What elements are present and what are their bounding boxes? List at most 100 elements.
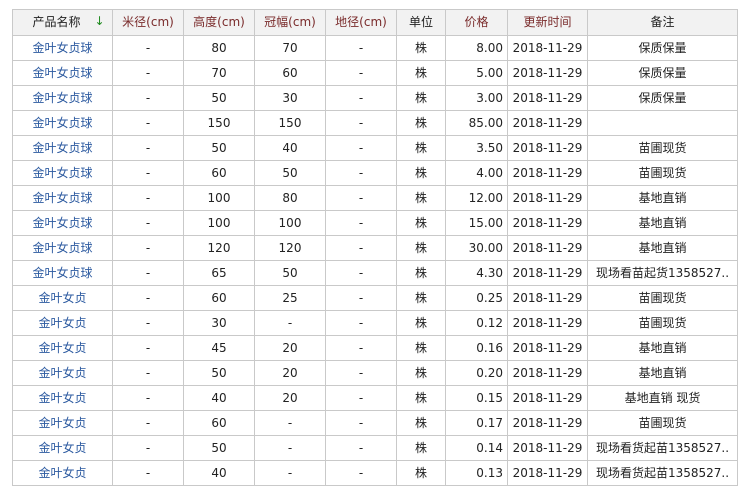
ground-diameter-cell: - (325, 235, 397, 261)
table-row: 金叶女贞球 -150 150- 株 85.00 2018-11-29 (12, 110, 738, 136)
product-name-cell[interactable]: 金叶女贞球 (12, 85, 113, 111)
crown-cell: - (254, 310, 326, 336)
product-name-cell[interactable]: 金叶女贞球 (12, 235, 113, 261)
product-name-cell[interactable]: 金叶女贞 (12, 335, 113, 361)
unit-cell: 株 (396, 35, 446, 61)
column-header-meter-diameter[interactable]: 米径(cm) (112, 9, 184, 36)
table-row: 金叶女贞球 -80 70- 株 8.00 2018-11-29 保质保量 (12, 35, 738, 61)
unit-cell: 株 (396, 360, 446, 386)
note-cell: 苗圃现货 (587, 410, 738, 436)
updated-cell: 2018-11-29 (507, 285, 588, 311)
crown-cell: 30 (254, 85, 326, 111)
note-cell: 现场看货起苗1358527.. (587, 435, 738, 461)
product-name-cell[interactable]: 金叶女贞 (12, 385, 113, 411)
crown-cell: 150 (254, 110, 326, 136)
meter-diameter-cell: - (112, 185, 184, 211)
price-cell: 5.00 (445, 60, 508, 86)
down-arrow-icon[interactable]: ↓ (94, 11, 104, 35)
product-name-cell[interactable]: 金叶女贞球 (12, 210, 113, 236)
product-name-cell[interactable]: 金叶女贞球 (12, 260, 113, 286)
price-cell: 4.00 (445, 160, 508, 186)
crown-cell: - (254, 410, 326, 436)
height-cell: 150 (183, 110, 255, 136)
price-cell: 0.17 (445, 410, 508, 436)
ground-diameter-cell: - (325, 60, 397, 86)
table-row: 金叶女贞 -60- - 株 0.17 2018-11-29 苗圃现货 (12, 410, 738, 436)
crown-cell: 20 (254, 385, 326, 411)
note-cell: 苗圃现货 (587, 310, 738, 336)
meter-diameter-cell: - (112, 160, 184, 186)
product-name-cell[interactable]: 金叶女贞 (12, 310, 113, 336)
unit-cell: 株 (396, 385, 446, 411)
meter-diameter-cell: - (112, 85, 184, 111)
updated-cell: 2018-11-29 (507, 85, 588, 111)
meter-diameter-cell: - (112, 60, 184, 86)
ground-diameter-cell: - (325, 360, 397, 386)
note-cell: 现场看苗起货1358527.. (587, 260, 738, 286)
column-header-height[interactable]: 高度(cm) (183, 9, 255, 36)
price-table: 产品名称 ↓ 米径(cm) 高度(cm) 冠幅(cm) 地径(cm) 单位 价格 … (12, 9, 738, 486)
unit-cell: 株 (396, 160, 446, 186)
table-row: 金叶女贞 -45 20- 株 0.16 2018-11-29 基地直销 (12, 335, 738, 361)
product-name-cell[interactable]: 金叶女贞球 (12, 35, 113, 61)
price-cell: 85.00 (445, 110, 508, 136)
price-cell: 12.00 (445, 185, 508, 211)
meter-diameter-cell: - (112, 285, 184, 311)
price-table-container: 产品名称 ↓ 米径(cm) 高度(cm) 冠幅(cm) 地径(cm) 单位 价格 … (12, 9, 738, 486)
product-name-cell[interactable]: 金叶女贞球 (12, 160, 113, 186)
product-name-cell[interactable]: 金叶女贞 (12, 360, 113, 386)
product-name-cell[interactable]: 金叶女贞球 (12, 110, 113, 136)
table-row: 金叶女贞球 -50 30- 株 3.00 2018-11-29 保质保量 (12, 85, 738, 111)
unit-cell: 株 (396, 110, 446, 136)
updated-cell: 2018-11-29 (507, 335, 588, 361)
updated-cell: 2018-11-29 (507, 435, 588, 461)
ground-diameter-cell: - (325, 460, 397, 486)
table-row: 金叶女贞 -50 20- 株 0.20 2018-11-29 基地直销 (12, 360, 738, 386)
column-header-crown[interactable]: 冠幅(cm) (254, 9, 326, 36)
unit-cell: 株 (396, 310, 446, 336)
product-name-cell[interactable]: 金叶女贞 (12, 460, 113, 486)
updated-cell: 2018-11-29 (507, 160, 588, 186)
height-cell: 120 (183, 235, 255, 261)
column-header-updated[interactable]: 更新时间 (507, 9, 588, 36)
crown-cell: 50 (254, 160, 326, 186)
product-name-cell[interactable]: 金叶女贞 (12, 410, 113, 436)
product-name-cell[interactable]: 金叶女贞 (12, 285, 113, 311)
height-cell: 50 (183, 435, 255, 461)
updated-cell: 2018-11-29 (507, 385, 588, 411)
meter-diameter-cell: - (112, 110, 184, 136)
table-row: 金叶女贞球 -100 80- 株 12.00 2018-11-29 基地直销 (12, 185, 738, 211)
table-row: 金叶女贞球 -120 120- 株 30.00 2018-11-29 基地直销 (12, 235, 738, 261)
product-name-cell[interactable]: 金叶女贞球 (12, 185, 113, 211)
meter-diameter-cell: - (112, 35, 184, 61)
unit-cell: 株 (396, 210, 446, 236)
updated-cell: 2018-11-29 (507, 35, 588, 61)
table-row: 金叶女贞 -30- - 株 0.12 2018-11-29 苗圃现货 (12, 310, 738, 336)
ground-diameter-cell: - (325, 260, 397, 286)
column-header-price[interactable]: 价格 (445, 9, 508, 36)
product-name-cell[interactable]: 金叶女贞球 (12, 135, 113, 161)
meter-diameter-cell: - (112, 135, 184, 161)
unit-cell: 株 (396, 285, 446, 311)
product-name-cell[interactable]: 金叶女贞球 (12, 60, 113, 86)
note-cell (587, 110, 738, 136)
product-name-cell[interactable]: 金叶女贞 (12, 435, 113, 461)
height-cell: 50 (183, 135, 255, 161)
crown-cell: 20 (254, 360, 326, 386)
note-cell: 现场看货起苗1358527.. (587, 460, 738, 486)
table-row: 金叶女贞 -40 20- 株 0.15 2018-11-29 基地直销 现货 (12, 385, 738, 411)
table-row: 金叶女贞球 -65 50- 株 4.30 2018-11-29 现场看苗起货1358527.… (12, 260, 738, 286)
table-row: 金叶女贞球 -70 60- 株 5.00 2018-11-29 保质保量 (12, 60, 738, 86)
ground-diameter-cell: - (325, 310, 397, 336)
updated-cell: 2018-11-29 (507, 235, 588, 261)
meter-diameter-cell: - (112, 410, 184, 436)
ground-diameter-cell: - (325, 385, 397, 411)
meter-diameter-cell: - (112, 385, 184, 411)
meter-diameter-cell: - (112, 435, 184, 461)
updated-cell: 2018-11-29 (507, 460, 588, 486)
unit-cell: 株 (396, 410, 446, 436)
column-header-ground-diameter[interactable]: 地径(cm) (325, 9, 397, 36)
column-header-unit: 单位 (396, 9, 446, 36)
note-cell: 基地直销 (587, 210, 738, 236)
column-header-name[interactable]: 产品名称 ↓ (12, 9, 113, 36)
